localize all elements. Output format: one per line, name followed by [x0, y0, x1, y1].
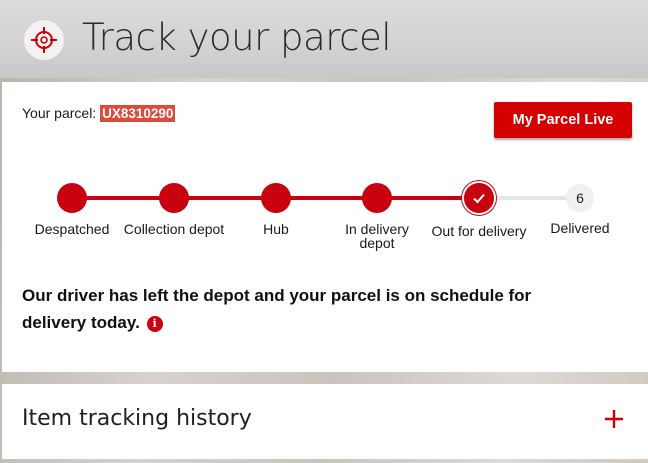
parcel-label: Your parcel: [22, 105, 97, 121]
step-done-dot [57, 183, 87, 213]
item-tracking-history-section[interactable]: Item tracking history [2, 384, 648, 459]
check-icon [462, 181, 496, 215]
status-message-text: Our driver has left the depot and your p… [22, 286, 532, 332]
step-label: Despatched [34, 221, 110, 237]
step-number-badge: 6 [566, 184, 594, 212]
step-label: Collection depot [123, 221, 225, 237]
crosshair-icon [23, 19, 65, 61]
step-done-dot [159, 183, 189, 213]
step-label: In delivery depot [345, 221, 409, 251]
page-header: Track your parcel [0, 0, 648, 78]
step-done-dot [362, 183, 392, 213]
step-label: Hub [263, 221, 289, 237]
info-icon[interactable]: i [146, 315, 163, 332]
delivery-progress-tracker: Despatched Collection depot Hub In delivery… [2, 178, 648, 258]
my-parcel-live-button[interactable]: My Parcel Live [494, 102, 632, 138]
status-message: Our driver has left the depot and your p… [22, 282, 582, 336]
page-title: Track your parcel [82, 16, 391, 59]
parcel-status-card: Your parcel: UX8310290 My Parcel Live De… [2, 82, 648, 372]
plus-icon[interactable] [603, 408, 625, 430]
step-label: Out for delivery [431, 223, 527, 239]
parcel-reference: Your parcel: UX8310290 [22, 105, 176, 122]
progress-step: In delivery depot [322, 178, 432, 250]
progress-step: Despatched [17, 178, 127, 236]
parcel-id: UX8310290 [100, 105, 176, 122]
history-title: Item tracking history [22, 406, 252, 431]
progress-step: 6 Delivered [525, 178, 635, 235]
step-label: Delivered [550, 220, 610, 236]
progress-step: Hub [221, 178, 331, 236]
step-done-dot [261, 183, 291, 213]
progress-step: Out for delivery [424, 178, 534, 238]
progress-step: Collection depot [119, 178, 229, 236]
